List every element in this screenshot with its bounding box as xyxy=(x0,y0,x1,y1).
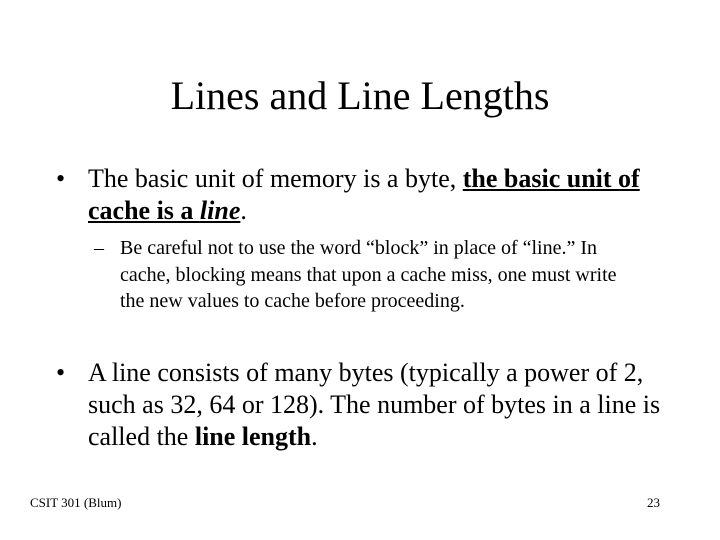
sub-bullet-block-warning: – Be careful not to use the word “block”… xyxy=(94,235,630,315)
sub-bullet-marker: – xyxy=(94,237,104,259)
slide-title: Lines and Line Lengths xyxy=(170,73,550,118)
bullet-text: The basic unit of memory is a byte, xyxy=(88,164,463,193)
slide: Lines and Line Lengths • The basic unit … xyxy=(0,0,720,540)
bullet-marker: • xyxy=(56,164,66,193)
bullet-line-length: • A line consists of many bytes (typical… xyxy=(56,357,668,453)
bullet-text-end: . xyxy=(311,422,318,451)
sub-bullet-text: Be careful not to use the word “block” i… xyxy=(120,237,617,312)
bold-term: line length xyxy=(194,422,312,451)
bullet-text: A line consists of many bytes (typically… xyxy=(88,358,661,451)
footer-page-number: 23 xyxy=(647,495,660,510)
emphasis-italic-text: line xyxy=(199,196,241,225)
bullet-marker: • xyxy=(56,358,66,387)
bullet-memory-unit: • The basic unit of memory is a byte, th… xyxy=(56,163,668,227)
bullet-text-end: . xyxy=(240,196,247,225)
footer-course: CSIT 301 (Blum) xyxy=(30,495,122,510)
